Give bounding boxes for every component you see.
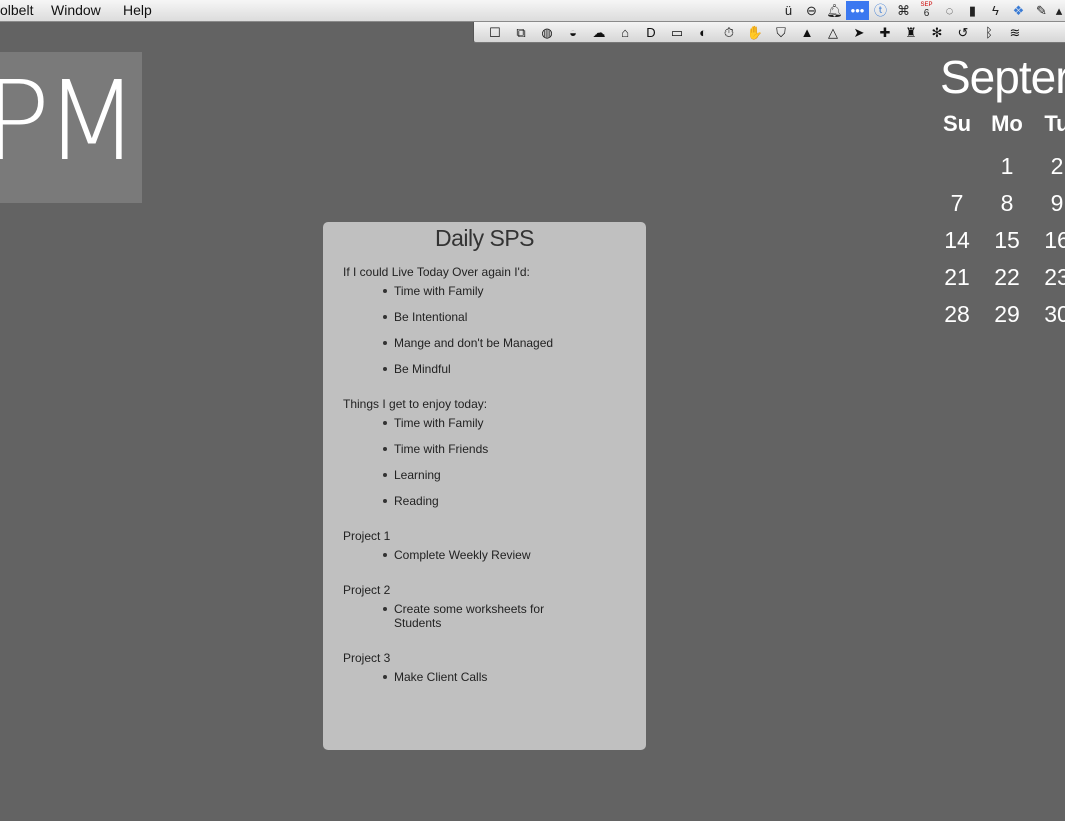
menu-help[interactable]: Help (123, 2, 152, 18)
list-item: Create some worksheets for Students (343, 602, 558, 642)
section-heading: Things I get to enjoy today: (343, 397, 488, 411)
calendar-day: 2 (1050, 153, 1064, 179)
te-icon[interactable]: ⓣ (869, 1, 892, 20)
section-heading: Project 3 (343, 651, 391, 665)
arrow-icon[interactable]: ➤ (846, 22, 872, 43)
section-heading: Project 2 (343, 583, 391, 597)
clock-time: PM (0, 57, 139, 185)
day-header: Tu (1044, 111, 1065, 136)
calendar-day: 22 (994, 264, 1020, 290)
list-item: Make Client Calls (343, 670, 574, 696)
day-header: Mo (991, 111, 1023, 136)
globe-icon[interactable]: ◍ (534, 22, 560, 43)
section-live-today: If I could Live Today Over again I'd: Ti… (343, 264, 626, 388)
no-entry-icon[interactable]: ⊖ (800, 1, 823, 20)
section-enjoy-today: Things I get to enjoy today: Time with F… (343, 396, 626, 520)
square-icon[interactable]: ☐ (482, 22, 508, 43)
airplay-icon[interactable]: ▭ (664, 22, 690, 43)
screen-icon[interactable]: ⧉ (508, 22, 534, 43)
calendar-day: 29 (994, 301, 1020, 327)
partial-icon[interactable]: ▴ (1053, 1, 1065, 20)
section-project-1: Project 1 Complete Weekly Review (343, 528, 626, 574)
pocket-icon[interactable]: ◒ (560, 22, 586, 43)
menu-window[interactable]: Window (51, 2, 101, 18)
calendar-date-icon[interactable]: SEP 6 (915, 1, 938, 20)
adobe-icon[interactable]: ▲ (794, 22, 820, 43)
bell-icon[interactable]: 🔔︎ (823, 1, 846, 20)
calendar-day: 23 (1044, 264, 1065, 290)
list-item: Time with Family (343, 284, 574, 310)
list-item: Learning (343, 468, 574, 494)
item-list: Complete Weekly Review (343, 548, 626, 574)
calendar-day: 8 (1000, 190, 1014, 216)
evernote-icon[interactable]: ✎ (1030, 1, 1053, 20)
calendar-day: 16 (1044, 227, 1065, 253)
icon-bar: ☐ ⧉ ◍ ◒ ☁ ⌂ D ▭ ◐ ⏱ ✋ ⛉ ▲ △ ➤ ✚ ♜ ✻ ↺ ᛒ … (473, 22, 1065, 43)
bookmark-icon[interactable]: ▮ (961, 1, 984, 20)
tuneup-icon[interactable]: ü (777, 1, 800, 20)
time-machine-icon[interactable]: ↺ (950, 22, 976, 43)
list-item: Mange and don't be Managed (343, 336, 634, 362)
list-item: Reading (343, 494, 574, 520)
list-item: Time with Friends (343, 442, 574, 468)
shield-icon[interactable]: ⛉ (768, 22, 794, 43)
cloud-icon[interactable]: ☁ (586, 22, 612, 43)
calendar-day: 30 (1044, 301, 1065, 327)
list-item: Time with Family (343, 416, 574, 442)
menu-bar: olbelt Window Help ü ⊖ 🔔︎ ••• ⓣ ⌘ SEP 6 … (0, 0, 1065, 22)
bluetooth-icon[interactable]: ᛒ (976, 22, 1002, 43)
hand-icon[interactable]: ✋ (742, 22, 768, 43)
daily-sps-widget: Daily SPS If I could Live Today Over aga… (323, 222, 646, 750)
calendar-day: 28 (944, 301, 970, 327)
section-project-3: Project 3 Make Client Calls (343, 650, 626, 696)
plus-icon[interactable]: ✚ (872, 22, 898, 43)
dropbox-icon[interactable]: ❖ (1007, 1, 1030, 20)
day-header: Su (942, 111, 972, 136)
item-list: Time with Family Time with Friends Learn… (343, 416, 626, 520)
calendar-day: 9 (1050, 190, 1064, 216)
list-item: Be Intentional (343, 310, 574, 336)
clock-widget: PM (0, 52, 142, 203)
item-list: Make Client Calls (343, 670, 626, 696)
calendar-day: 14 (944, 227, 970, 253)
grid-icon[interactable]: ⌘ (892, 1, 915, 20)
wifi-icon[interactable]: ≋ (1002, 22, 1028, 43)
calendar-day: 15 (994, 227, 1020, 253)
calendar-month: Septer (940, 51, 1065, 103)
item-list: Create some worksheets for Students (343, 602, 626, 642)
section-heading: If I could Live Today Over again I'd: (343, 265, 530, 279)
paw-icon[interactable]: ✻ (924, 22, 950, 43)
calendar-day: 1 (1000, 153, 1014, 179)
card-title: Daily SPS (434, 225, 535, 251)
section-project-2: Project 2 Create some worksheets for Stu… (343, 582, 626, 642)
timer-icon[interactable]: ◌ (938, 1, 961, 20)
broom-icon[interactable]: ♜ (898, 22, 924, 43)
drive-icon[interactable]: △ (820, 22, 846, 43)
menu-app[interactable]: olbelt (0, 2, 33, 18)
stopwatch-icon[interactable]: ⏱ (716, 22, 742, 43)
lightning-icon[interactable]: ϟ (984, 1, 1007, 20)
section-heading: Project 1 (343, 529, 391, 543)
d-icon[interactable]: D (638, 22, 664, 43)
status-area: ü ⊖ 🔔︎ ••• ⓣ ⌘ SEP 6 ◌ ▮ ϟ ❖ ✎ ▴ (777, 1, 1065, 20)
item-list: Time with Family Be Intentional Mange an… (343, 284, 626, 388)
list-item: Be Mindful (343, 362, 574, 388)
dots-icon[interactable]: ••• (846, 1, 869, 20)
toggle-icon[interactable]: ◐ (690, 22, 716, 43)
calendar-day: 7 (950, 190, 964, 216)
list-item: Complete Weekly Review (343, 548, 574, 574)
bank-icon[interactable]: ⌂ (612, 22, 638, 43)
calendar-icon-day: 6 (923, 8, 930, 19)
calendar-day: 21 (944, 264, 970, 290)
